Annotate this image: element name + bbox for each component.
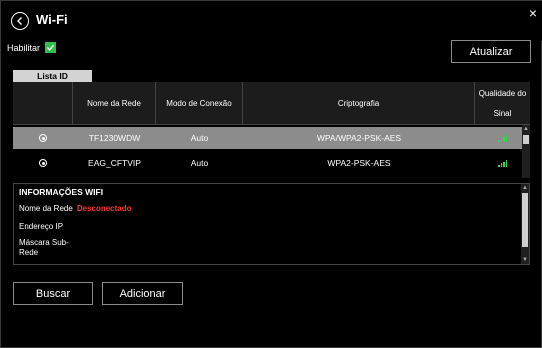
encryption: WPA/WPA2-PSK-AES (316, 133, 402, 143)
header-encryption: Criptografia (243, 82, 475, 125)
table-scrollbar[interactable]: ▲ (522, 125, 530, 178)
enable-label: Habilitar (7, 42, 41, 53)
scroll-up-icon[interactable]: ▲ (521, 184, 529, 192)
network-name: TF1230WDW (88, 133, 141, 143)
search-button[interactable]: Buscar (13, 282, 93, 305)
back-button[interactable] (11, 12, 29, 30)
check-icon (47, 44, 55, 51)
network-table: Nome da Rede Modo de Conexão Criptografi… (13, 82, 530, 178)
connection-mode: Auto (190, 158, 209, 168)
scroll-down-icon[interactable]: ▼ (521, 256, 529, 264)
info-network-row: Nome da Rede Desconectado (19, 204, 132, 213)
connection-mode: Auto (190, 133, 209, 143)
close-button[interactable]: × (529, 5, 537, 21)
add-button[interactable]: Adicionar (102, 282, 183, 305)
info-scrollbar[interactable]: ▲ ▼ (521, 184, 529, 264)
info-mask-label: Máscara Sub- Rede (19, 238, 69, 257)
title-bar: Wi-Fi × (1, 1, 542, 41)
table-row[interactable]: TF1230WDW Auto WPA/WPA2-PSK-AES (13, 127, 530, 149)
signal-bars-icon (498, 159, 507, 167)
page-title: Wi-Fi (36, 12, 68, 27)
close-icon: × (528, 5, 537, 21)
header-signal: Qualidade do Sinal (478, 88, 527, 118)
scroll-up-icon[interactable]: ▲ (522, 125, 530, 133)
table-row[interactable]: EAG_CFTVIP Auto WPA2-PSK-AES (13, 152, 530, 174)
status-text: Desconectado (76, 204, 132, 213)
header-select (13, 82, 73, 125)
signal-bars-icon (498, 134, 507, 142)
header-network: Nome da Rede (73, 82, 156, 125)
scroll-thumb[interactable] (523, 135, 529, 144)
update-button[interactable]: Atualizar (451, 40, 531, 63)
enable-checkbox[interactable] (45, 42, 57, 53)
table-header: Nome da Rede Modo de Conexão Criptografi… (13, 82, 530, 125)
wifi-info-panel: INFORMAÇÕES WIFI Nome da Rede Desconectad… (13, 183, 530, 265)
encryption: WPA2-PSK-AES (327, 158, 391, 168)
radio-icon[interactable] (39, 159, 47, 167)
header-mode: Modo de Conexão (156, 82, 243, 125)
scroll-thumb[interactable] (522, 193, 528, 247)
info-title: INFORMAÇÕES WIFI (19, 187, 104, 197)
back-circle-icon (17, 17, 22, 25)
wifi-dialog: Wi-Fi × Habilitar Atualizar Lista ID Nom… (0, 0, 542, 348)
network-name: EAG_CFTVIP (88, 158, 141, 168)
enable-row: Habilitar (7, 42, 57, 53)
radio-icon[interactable] (39, 134, 47, 142)
info-ip-label: Endereço IP (19, 222, 64, 231)
info-network-label: Nome da Rede (19, 204, 73, 213)
tab-lista-id[interactable]: Lista ID (13, 70, 92, 82)
